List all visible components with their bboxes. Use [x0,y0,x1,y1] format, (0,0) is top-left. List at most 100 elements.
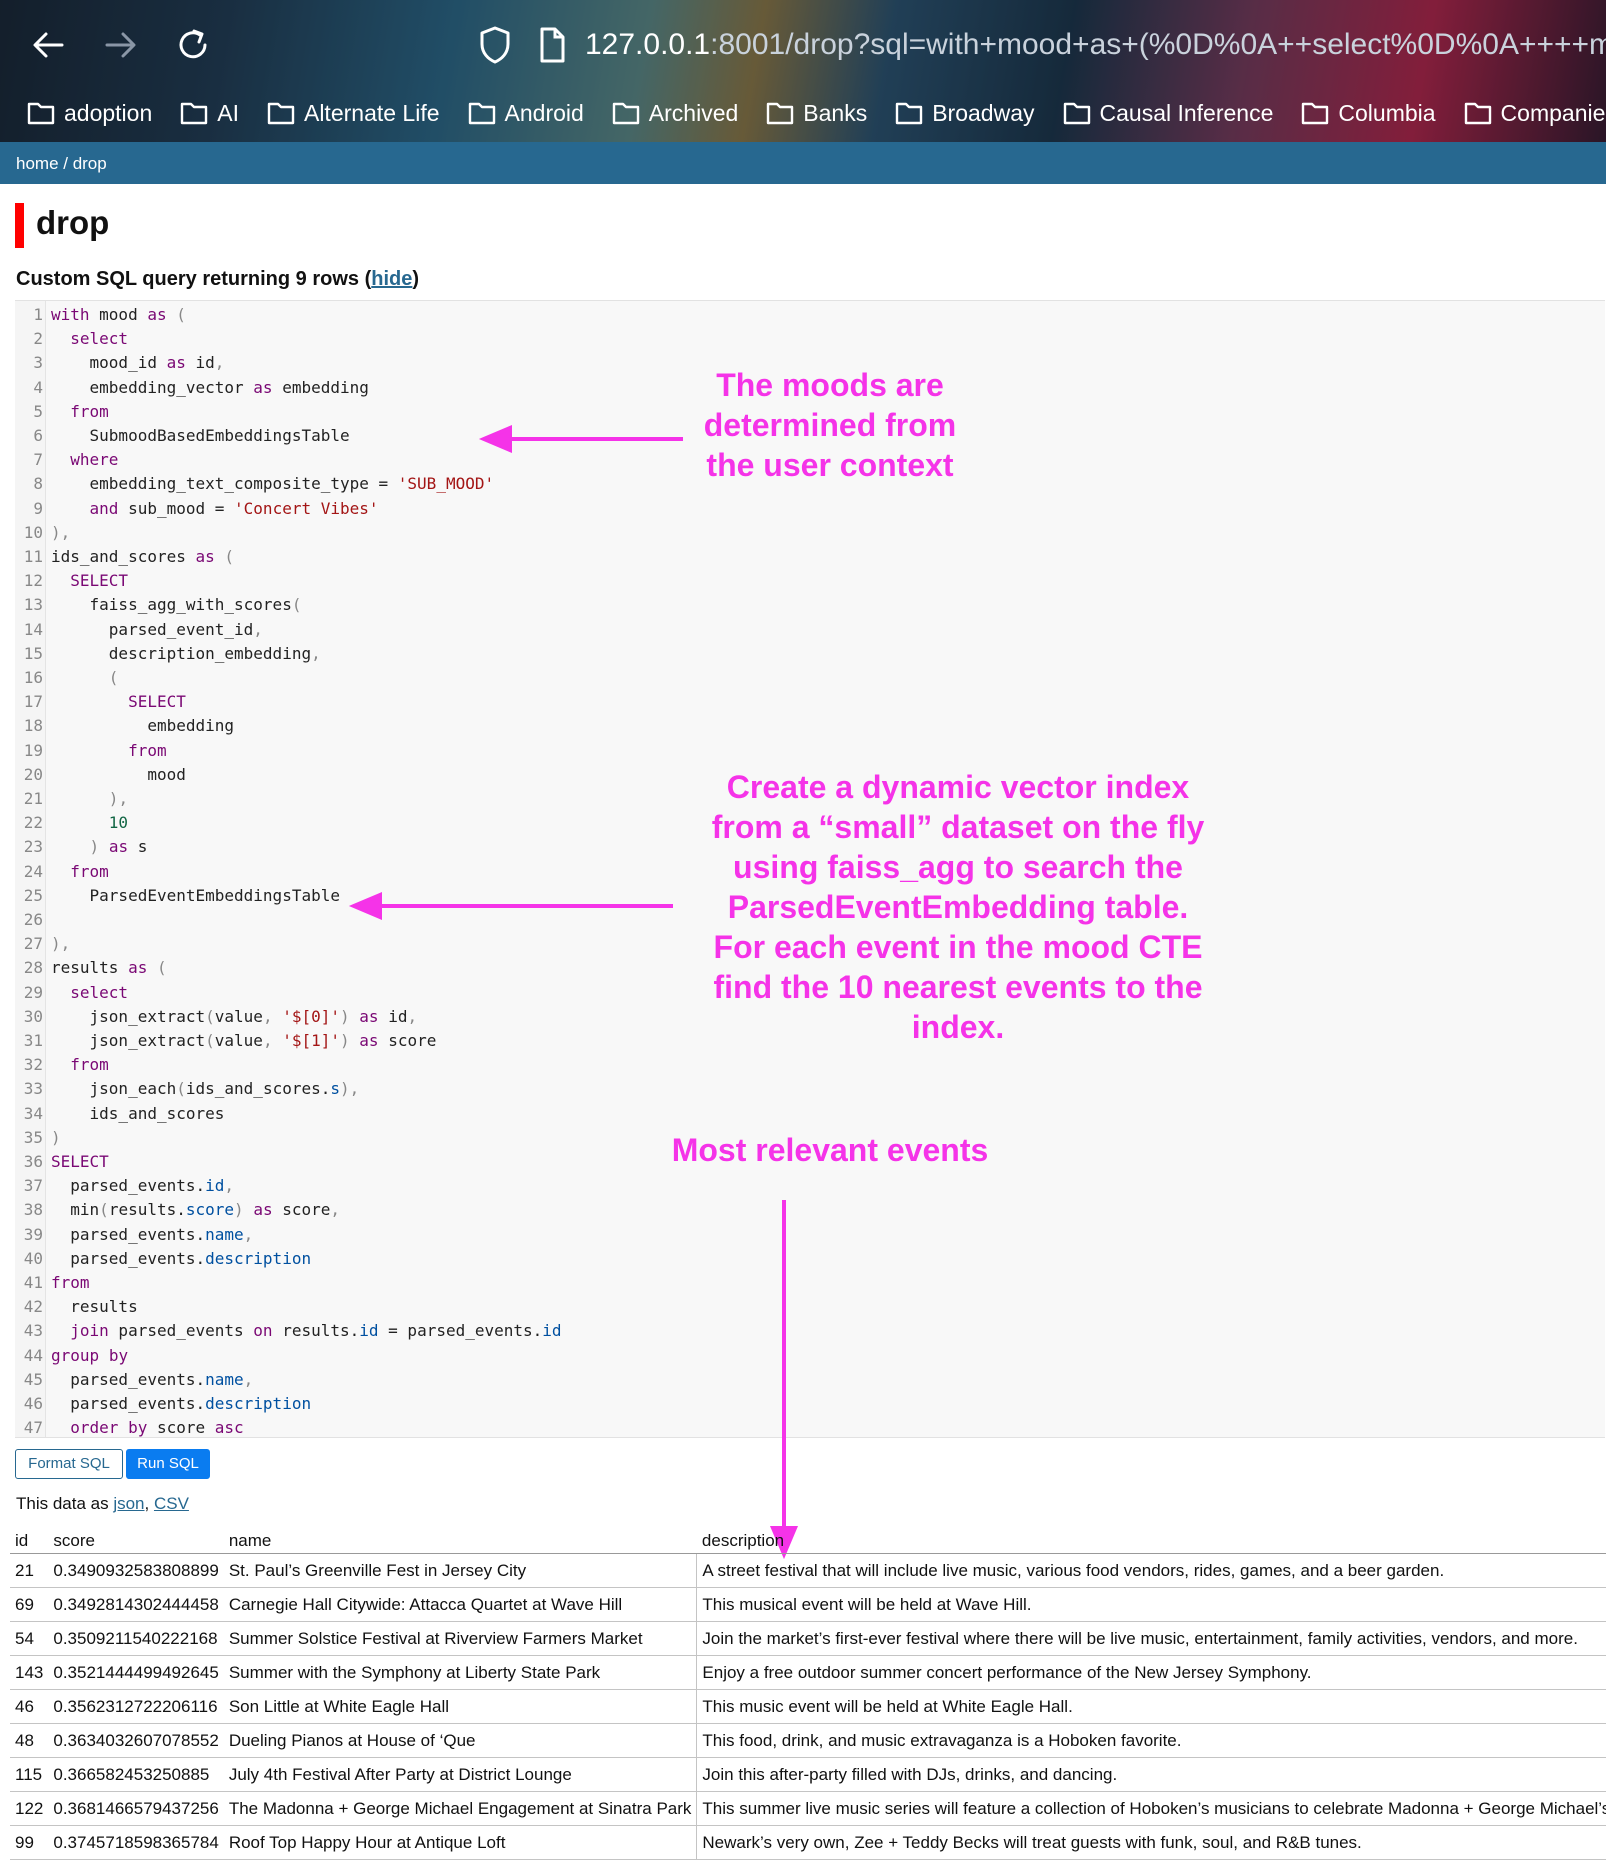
bookmark-item[interactable]: Banks [765,93,867,133]
line-number: 43 [23,1321,43,1341]
bookmark-item[interactable]: Alternate Life [266,93,440,133]
sql-code: order by score asc [70,1418,244,1438]
folder-icon [27,102,55,125]
sql-code: ParsedEventEmbeddingsTable [51,885,340,905]
sql-code: with mood as ( [51,305,186,324]
sql-line: 10), [15,521,1605,545]
sql-code: parsed_event_id, [51,619,263,639]
table-row: 69 0.3492814302444458 Carnegie Hall Citywi… [10,1587,1606,1622]
json-link[interactable]: json [113,1494,144,1513]
column-header-id[interactable]: id [10,1527,49,1554]
column-header-description[interactable]: description [696,1527,1606,1554]
line-number: 5 [33,401,43,421]
bookmark-item[interactable]: Archived [611,93,738,133]
sql-code: json_extract(value, '$[0]') as id, [51,1006,418,1026]
annotation-line: Create a dynamic vector index [726,769,1190,805]
paren-close: ) [412,268,420,290]
bookmark-item[interactable]: Broadway [894,93,1035,133]
sql-code: from [70,861,109,881]
sql-line: 13 faiss_agg_with_scores( [15,593,1605,617]
line-number: 20 [23,764,43,784]
sql-line: 33 json_each(ids_and_scores.s), [15,1077,1605,1101]
forward-arrow-icon[interactable] [97,22,143,68]
sql-code: mood [51,764,186,784]
sql-code: parsed_events.description [51,1394,312,1413]
line-number: 36 [23,1152,43,1171]
sql-line: 16 ( [15,666,1605,690]
cell-description: Join this after-party filled with DJs, d… [696,1757,1606,1792]
cell-name: Summer with the Symphony at Liberty Stat… [223,1655,697,1690]
sql-code: from [128,740,167,760]
annotation-line: using faiss_agg to search the [733,849,1183,885]
bookmark-label: Columbia [1338,99,1436,126]
run-sql-button[interactable]: Run SQL [126,1449,210,1479]
column-header-score[interactable]: score [48,1527,224,1554]
annotation-line: For each event in the mood CTE [713,929,1203,965]
bookmark-item[interactable]: adoption [26,93,152,133]
table-row: 46 0.3562312722206116 Son Little at White … [10,1689,1606,1724]
sql-code: SELECT [70,571,129,591]
cell-name: St. Paul’s Greenville Fest in Jersey Cit… [223,1553,697,1588]
bookmark-item[interactable]: Columbia [1300,93,1436,133]
csv-link[interactable]: CSV [154,1494,189,1513]
hide-link[interactable]: hide [371,268,412,290]
sql-code: parsed_events.description [51,1248,312,1268]
cell-score: 0.3562312722206116 [48,1689,224,1724]
cell-score: 0.3681466579437256 [48,1791,224,1826]
line-number: 27 [23,934,43,954]
breadcrumb[interactable]: home / drop [16,154,107,174]
reload-icon[interactable] [170,22,216,68]
sql-line: 46 parsed_events.description [15,1392,1605,1416]
bookmark-label: adoption [64,99,153,126]
annotation-index: Create a dynamic vector index from a “sma… [658,767,1258,1047]
bookmark-label: Alternate Life [303,99,440,126]
sql-code: ( [108,668,119,687]
sql-line: 2 select [15,327,1605,351]
table-header-row: id score name description [10,1527,1606,1554]
sql-line: 9 and sub_mood = 'Concert Vibes' [15,497,1605,521]
cell-score: 0.366582453250885 [48,1757,224,1792]
line-number: 31 [23,1031,43,1050]
cell-id: 143 [10,1655,49,1690]
address-bar[interactable]: 127.0.0.1:8001/drop?sql=with+mood+as+(%0… [585,22,1606,68]
line-number: 15 [23,643,43,663]
sql-line: 38 min(results.score) as score, [15,1198,1605,1222]
cell-name: July 4th Festival After Party at Distric… [223,1757,697,1792]
export-prefix: This data as [16,1494,114,1513]
cell-description: Newark’s very own, Zee + Teddy Becks wil… [696,1825,1606,1860]
url-path: :8001/drop?sql=with+mood+as+(%0D%0A++sel… [710,28,1606,61]
line-number: 1 [33,305,43,324]
sql-line: 19 from [15,739,1605,763]
line-number: 45 [23,1369,43,1389]
cell-description: This music event will be held at White E… [696,1689,1606,1724]
table-row: 143 0.3521444499492645 Summer with the Sym… [10,1655,1606,1690]
cell-name: Carnegie Hall Citywide: Attacca Quartet … [223,1587,697,1622]
cell-id: 99 [10,1825,49,1860]
line-number: 24 [23,861,43,881]
shield-icon[interactable] [477,24,513,71]
line-number: 47 [23,1418,43,1438]
bookmark-item[interactable]: AI [179,93,239,133]
line-number: 30 [23,1006,43,1026]
annotation-line: index. [911,1009,1005,1045]
bookmark-item[interactable]: Android [467,93,584,133]
sql-code: ), [51,522,71,542]
back-arrow-icon[interactable] [26,22,72,68]
bookmark-label: Companie [1500,99,1606,126]
column-header-name[interactable]: name [223,1527,697,1554]
line-number: 6 [33,426,43,445]
sql-line: 42 results [15,1295,1605,1319]
bookmark-item[interactable]: Causal Inference [1062,93,1273,133]
line-number: 14 [23,619,43,639]
sql-line: 18 embedding [15,714,1605,738]
bookmark-item[interactable]: Companie [1463,93,1606,133]
sql-code: ) [51,1127,61,1147]
sql-code: ids_and_scores as ( [51,547,235,566]
format-sql-button[interactable]: Format SQL [15,1449,123,1479]
cell-score: 0.3490932583808899 [48,1553,224,1588]
table-row: 99 0.3745718598365784 Roof Top Happy Hour … [10,1825,1606,1860]
cell-id: 122 [10,1791,49,1826]
line-number: 13 [23,595,43,615]
line-number: 35 [23,1127,43,1147]
line-number: 17 [23,692,43,712]
